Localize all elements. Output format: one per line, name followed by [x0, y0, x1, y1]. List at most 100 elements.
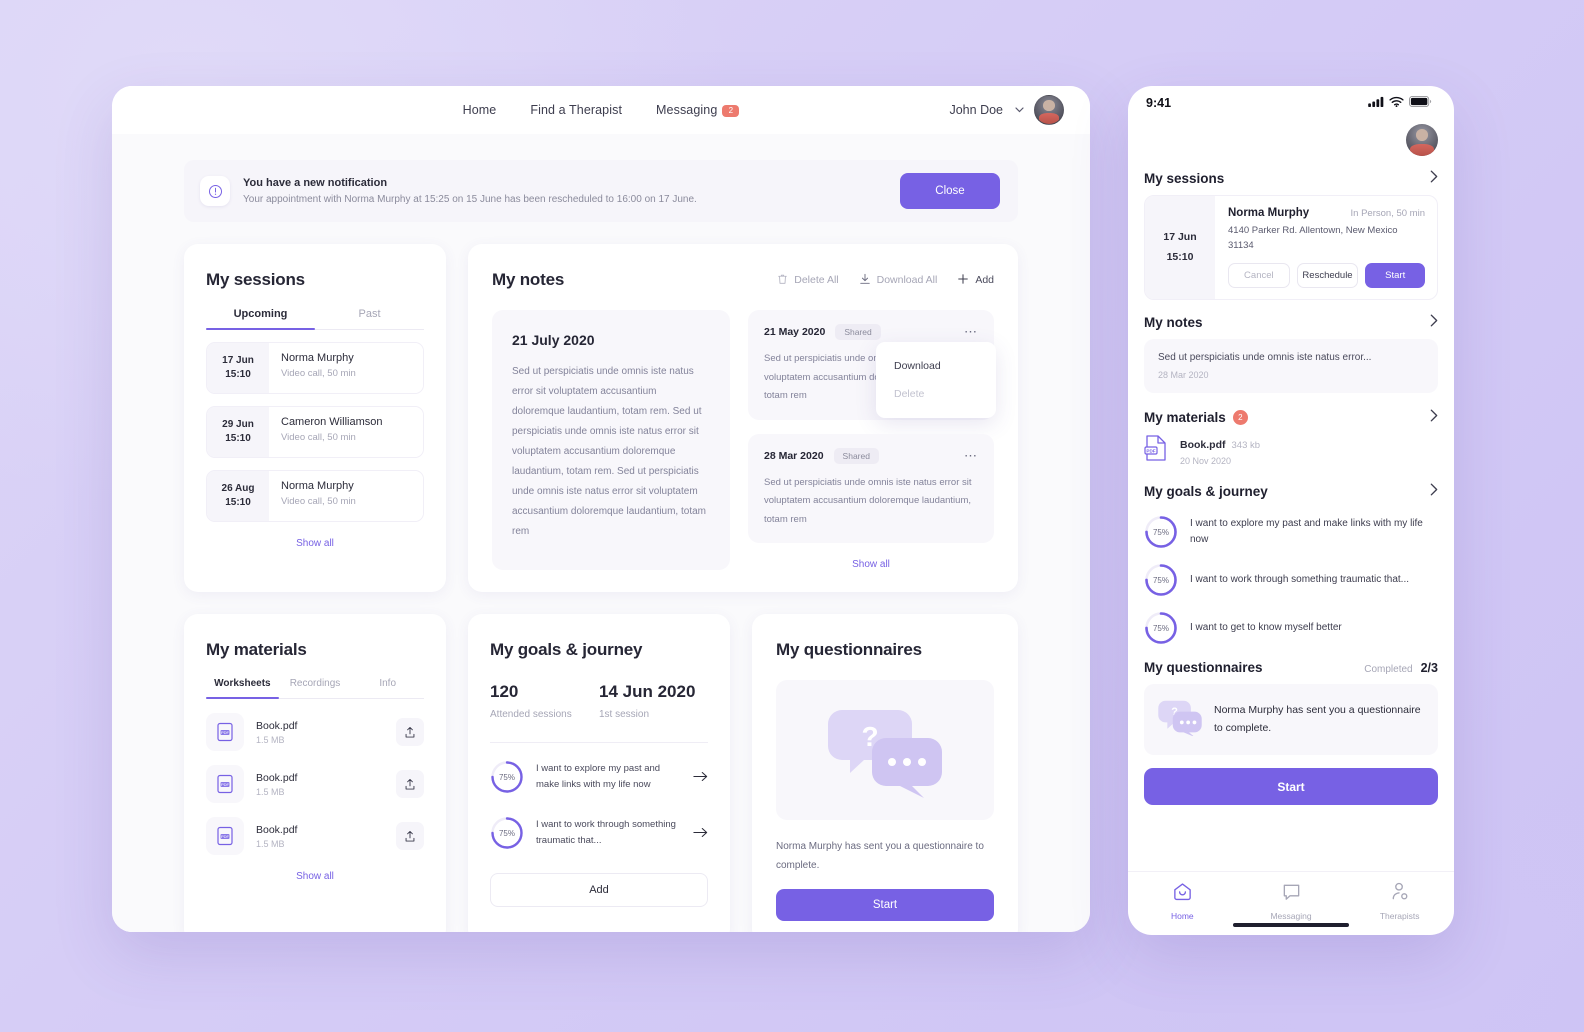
material-row[interactable]: PDF Book.pdf 1.5 MB [206, 765, 424, 804]
arrow-right-icon[interactable] [693, 826, 708, 841]
progress-ring: 75% [490, 760, 524, 794]
tab-home-label: Home [1170, 910, 1194, 921]
add-goal-button[interactable]: Add [490, 873, 708, 908]
session-date-time: 15:10 [225, 497, 251, 508]
chevron-right-icon[interactable] [1430, 314, 1438, 330]
note-context-menu: Download Delete [876, 342, 996, 418]
mobile-questionnaire-card[interactable]: ? Norma Murphy has sent you a questionna… [1144, 684, 1438, 756]
goal-text: I want to explore my past and make links… [536, 763, 661, 791]
mobile-questionnaires-header: My questionnaires Completed 2/3 [1144, 660, 1438, 675]
session-row[interactable]: 29 Jun 15:10 Cameron Williamson Video ca… [206, 406, 424, 458]
chevron-right-icon[interactable] [1430, 483, 1438, 499]
nav-link-find-a-therapist[interactable]: Find a Therapist [530, 103, 622, 117]
download-all-button[interactable]: Download All [859, 273, 937, 288]
chevron-right-icon[interactable] [1430, 170, 1438, 186]
mobile-material-date: 20 Nov 2020 [1180, 456, 1232, 467]
delete-all-label: Delete All [794, 274, 839, 286]
avatar[interactable] [1406, 124, 1438, 156]
progress-ring: 75% [1144, 515, 1178, 549]
session-date: 26 Aug 15:10 [207, 471, 269, 521]
note-item[interactable]: 21 May 2020 Shared ⋯ Sed ut perspiciatis… [748, 310, 996, 420]
completed-label: Completed [1364, 663, 1413, 675]
content-row-top: My sessions Upcoming Past 17 Jun 15:10 N… [184, 244, 1018, 593]
note-item-text: Sed ut perspiciatis unde omnis iste natu… [764, 476, 972, 525]
mobile-material-item[interactable]: PDF Book.pdf 343 kb 20 Nov 2020 [1144, 434, 1438, 467]
user-menu[interactable]: John Doe [949, 95, 1064, 125]
note-more-icon[interactable]: ⋯ [964, 449, 978, 462]
note-item[interactable]: 28 Mar 2020 Shared ⋯ Sed ut perspiciatis… [748, 433, 994, 544]
mobile-session-type: In Person, 50 min [1350, 208, 1425, 219]
trash-icon [777, 273, 788, 288]
tab-past[interactable]: Past [315, 308, 424, 329]
notes-show-all-link[interactable]: Show all [748, 559, 994, 570]
my-questionnaires-card: My questionnaires ? Norma Murphy has sen… [752, 614, 1018, 932]
my-sessions-card: My sessions Upcoming Past 17 Jun 15:10 N… [184, 244, 446, 593]
materials-show-all-link[interactable]: Show all [206, 871, 424, 882]
tab-worksheets[interactable]: Worksheets [206, 678, 279, 700]
share-icon[interactable] [396, 822, 424, 851]
tab-upcoming[interactable]: Upcoming [206, 308, 315, 330]
goal-row[interactable]: 75% I want to explore my past and make l… [490, 749, 708, 805]
progress-ring: 75% [1144, 611, 1178, 645]
mobile-material-size: 343 kb [1231, 440, 1261, 452]
delete-all-button[interactable]: Delete All [777, 273, 839, 288]
chevron-right-icon[interactable] [1430, 409, 1438, 425]
sessions-show-all-link[interactable]: Show all [206, 538, 424, 549]
note-menu-download[interactable]: Download [876, 352, 996, 380]
mobile-device: 9:41 My sessions 17 Jun 15:10 Norma Murp… [1128, 86, 1454, 935]
content-row-bottom: My materials Worksheets Recordings Info … [184, 614, 1018, 932]
nav-link-home[interactable]: Home [463, 103, 497, 117]
svg-text:PDF: PDF [221, 730, 230, 735]
session-meta: Video call, 50 min [281, 432, 356, 443]
messaging-badge: 2 [722, 105, 740, 117]
mobile-notes-title: My notes [1144, 314, 1203, 330]
material-row[interactable]: PDF Book.pdf 1.5 MB [206, 713, 424, 752]
tab-recordings[interactable]: Recordings [279, 678, 352, 698]
mobile-questionnaire-start-button[interactable]: Start [1144, 768, 1438, 806]
material-row[interactable]: PDF Book.pdf 1.5 MB [206, 817, 424, 856]
goal-text: I want to work through something traumat… [536, 819, 676, 847]
stat-label: 1st session [599, 709, 650, 721]
session-meta: Video call, 50 min [281, 368, 356, 379]
progress-ring: 75% [490, 816, 524, 850]
pdf-icon: PDF [1144, 434, 1169, 467]
goal-row[interactable]: 75% I want to work through something tra… [490, 805, 708, 861]
notification-close-button[interactable]: Close [900, 173, 1000, 209]
start-session-button[interactable]: Start [1365, 263, 1426, 289]
mobile-material-info: Book.pdf 343 kb 20 Nov 2020 [1180, 435, 1260, 466]
tab-messaging[interactable]: Messaging [1237, 881, 1346, 921]
note-menu-delete[interactable]: Delete [876, 380, 996, 408]
reschedule-button[interactable]: Reschedule [1296, 263, 1359, 289]
share-icon[interactable] [396, 770, 424, 799]
session-row[interactable]: 26 Aug 15:10 Norma Murphy Video call, 50… [206, 470, 424, 522]
arrow-right-icon[interactable] [693, 770, 708, 785]
note-more-icon[interactable]: ⋯ [964, 325, 978, 338]
session-row[interactable]: 17 Jun 15:10 Norma Murphy Video call, 50… [206, 342, 424, 394]
mobile-goal-row[interactable]: 75% I want to explore my past and make l… [1144, 508, 1438, 556]
avatar[interactable] [1034, 95, 1064, 125]
note-item-header: 28 Mar 2020 Shared ⋯ [764, 447, 978, 464]
mobile-goal-text: I want to work through something traumat… [1190, 574, 1409, 586]
mobile-note-date: 28 Mar 2020 [1158, 370, 1209, 381]
questionnaire-start-button[interactable]: Start [776, 889, 994, 922]
mobile-session-card[interactable]: 17 Jun 15:10 Norma Murphy In Person, 50 … [1144, 195, 1438, 301]
progress-value: 75% [1152, 527, 1169, 537]
battery-icon [1409, 94, 1432, 112]
mobile-goal-row[interactable]: 75% I want to get to know myself better [1144, 604, 1438, 652]
my-materials-title: My materials [206, 640, 307, 660]
goals-stats: 120 Attended sessions 14 Jun 2020 1st se… [490, 682, 708, 720]
share-icon[interactable] [396, 718, 424, 747]
tab-home[interactable]: Home [1128, 881, 1237, 921]
cancel-button[interactable]: Cancel [1228, 263, 1290, 289]
featured-note[interactable]: 21 July 2020 Sed ut perspiciatis unde om… [492, 310, 730, 571]
mobile-note-item[interactable]: Sed ut perspiciatis unde omnis iste natu… [1144, 339, 1438, 394]
nav-link-messaging[interactable]: Messaging 2 [656, 103, 740, 117]
message-icon [1281, 884, 1302, 906]
add-note-button[interactable]: Add [957, 273, 994, 288]
tab-therapists[interactable]: Therapists [1345, 881, 1454, 921]
mobile-goal-row[interactable]: 75% I want to work through something tra… [1144, 556, 1438, 604]
mobile-materials-header: My materials 2 [1144, 409, 1438, 425]
tab-info[interactable]: Info [351, 678, 424, 698]
session-meta: Video call, 50 min [281, 496, 356, 507]
